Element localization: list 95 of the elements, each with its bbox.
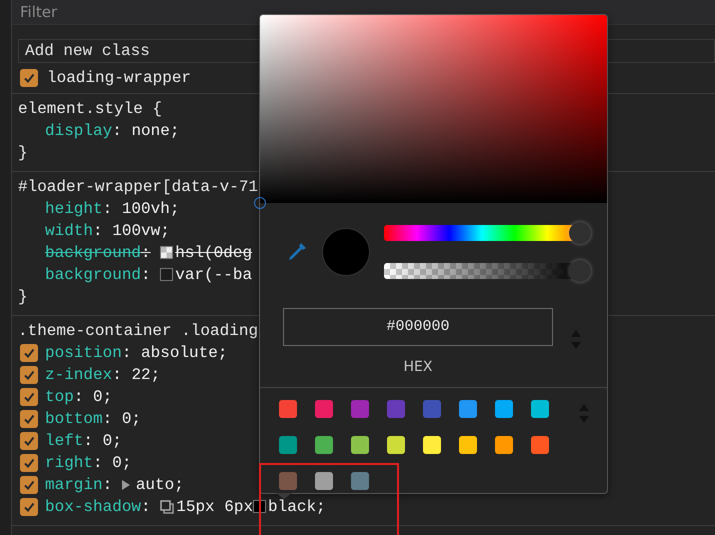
property-value: 100vh; xyxy=(122,202,180,216)
property-value: 100vw; xyxy=(112,224,170,238)
class-name: loading-wrapper xyxy=(47,69,192,87)
checkbox[interactable] xyxy=(20,476,38,494)
colon: : xyxy=(102,478,112,492)
checkbox[interactable] xyxy=(20,344,38,362)
colon: : xyxy=(102,202,112,216)
colon: : xyxy=(112,124,122,138)
colon: : xyxy=(141,500,151,514)
property-name: bottom xyxy=(45,410,103,428)
shadow-editor-icon[interactable] xyxy=(160,500,174,514)
palette-swatch[interactable] xyxy=(387,400,405,418)
popup-pointer xyxy=(276,493,292,499)
slider-thumb[interactable] xyxy=(569,260,591,282)
checkbox[interactable] xyxy=(20,454,38,472)
checkmark-icon xyxy=(23,501,35,513)
property-value: 22; xyxy=(131,368,160,382)
palette-swatch[interactable] xyxy=(351,436,369,454)
palette-swatch[interactable] xyxy=(531,436,549,454)
closing-brace: } xyxy=(18,144,28,162)
property-value: black; xyxy=(268,500,326,514)
property-value: 15px 6px xyxy=(176,500,254,514)
property-name: height xyxy=(45,200,103,218)
palette-swatch[interactable] xyxy=(279,436,297,454)
property-name: background xyxy=(45,266,142,284)
colon: : xyxy=(93,224,103,238)
checkmark-icon xyxy=(23,413,35,425)
checkbox[interactable] xyxy=(20,498,38,516)
property-name: position xyxy=(45,344,122,362)
palette-swatch[interactable] xyxy=(495,400,513,418)
property-value: 0; xyxy=(102,434,122,448)
checkbox[interactable] xyxy=(20,366,38,384)
property-name: box-shadow xyxy=(45,498,142,516)
spectrum-cursor[interactable] xyxy=(254,197,266,209)
colon: : xyxy=(83,434,94,448)
property-name: right xyxy=(45,454,94,472)
closing-brace: } xyxy=(18,288,28,306)
property-name: margin xyxy=(45,476,103,494)
color-swatch[interactable] xyxy=(160,246,174,260)
palette-swatch[interactable] xyxy=(279,472,297,490)
palette-swatch[interactable] xyxy=(387,436,405,454)
palette-swatch[interactable] xyxy=(279,400,297,418)
checkmark-icon xyxy=(23,435,35,447)
property-value: hsl(0deg xyxy=(175,246,252,260)
checkmark-icon xyxy=(23,479,35,491)
checkmark-icon xyxy=(23,369,35,381)
property-name: left xyxy=(45,432,84,450)
hex-input-field[interactable]: #000000 xyxy=(283,308,553,346)
property-value: absolute; xyxy=(141,346,228,360)
checkbox[interactable] xyxy=(20,69,38,87)
property-value: none; xyxy=(131,124,180,138)
property-name: z-index xyxy=(45,366,112,384)
property-name: background xyxy=(45,244,142,262)
checkmark-icon xyxy=(23,72,35,84)
colon: : xyxy=(141,246,151,260)
slider-thumb[interactable] xyxy=(569,222,591,244)
property-value: auto; xyxy=(136,478,184,492)
colon: : xyxy=(112,368,122,382)
colon: : xyxy=(122,346,132,360)
palette-swatch[interactable] xyxy=(315,400,333,418)
property-value: 0; xyxy=(93,390,112,404)
color-swatch[interactable] xyxy=(160,268,174,282)
property-value: 0; xyxy=(112,456,132,470)
rule-selector: element.style { xyxy=(18,100,162,118)
rule-selector: #loader-wrapper[data-v-71 xyxy=(18,178,258,196)
checkbox[interactable] xyxy=(20,388,38,406)
property-value: 0; xyxy=(122,412,142,426)
palette-swatch[interactable] xyxy=(315,436,333,454)
checkmark-icon xyxy=(23,457,35,469)
palette-swatch[interactable] xyxy=(495,436,513,454)
rule-selector: .theme-container .loading xyxy=(18,322,258,340)
expand-triangle-icon[interactable] xyxy=(122,480,130,490)
checkbox[interactable] xyxy=(20,432,38,450)
palette-swatch[interactable] xyxy=(459,436,477,454)
colon: : xyxy=(141,268,151,282)
palette-swatch[interactable] xyxy=(315,472,333,490)
checkbox[interactable] xyxy=(20,410,38,428)
palette-swatch[interactable] xyxy=(531,400,549,418)
colon: : xyxy=(74,390,84,404)
property-value: var(--ba xyxy=(175,268,252,282)
checkmark-icon xyxy=(23,391,35,403)
property-name: width xyxy=(45,222,94,240)
palette-swatch[interactable] xyxy=(351,472,369,490)
eyedropper-icon[interactable] xyxy=(286,241,308,263)
color-preview xyxy=(322,228,370,276)
palette-swatch[interactable] xyxy=(423,436,441,454)
palette-swatch[interactable] xyxy=(459,400,477,418)
checkmark-icon xyxy=(23,347,35,359)
format-label: HEX xyxy=(404,359,432,375)
property-name: top xyxy=(45,388,74,406)
colon: : xyxy=(93,456,103,470)
property-name: display xyxy=(45,122,112,140)
palette-swatch[interactable] xyxy=(423,400,441,418)
palette-swatch[interactable] xyxy=(351,400,369,418)
colon: : xyxy=(102,412,112,426)
